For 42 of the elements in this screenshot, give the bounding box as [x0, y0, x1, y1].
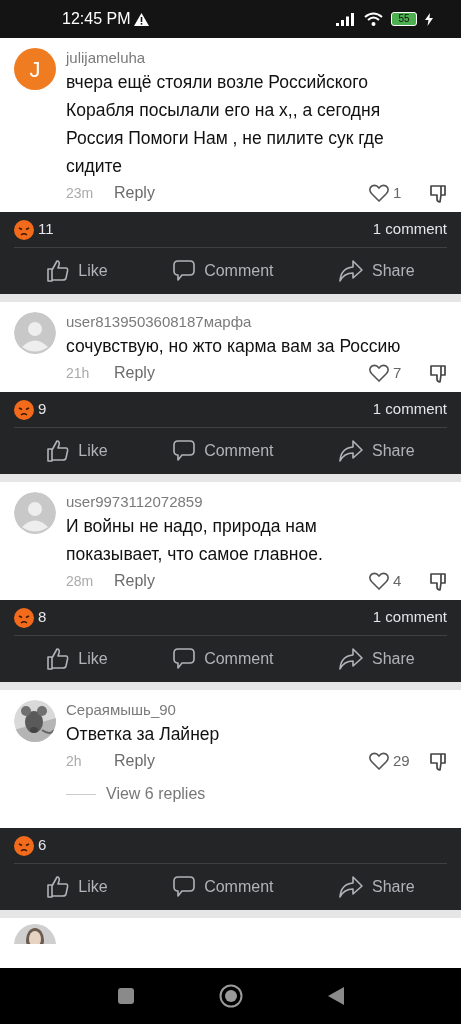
comment-count[interactable]: 1 comment — [372, 398, 447, 421]
username[interactable]: user9973112072859 — [66, 492, 447, 512]
comment-time: 28m — [66, 571, 95, 591]
share-button[interactable]: Share — [332, 643, 421, 675]
comment-text: сочувствую, но жто карма вам за Россию — [66, 335, 402, 358]
comment-time: 21h — [66, 363, 91, 383]
reaction-count: 6 — [38, 835, 47, 856]
status-time: 12:45 PM — [62, 9, 131, 29]
comment-count[interactable]: 1 comment — [372, 606, 447, 629]
reaction-count: 11 — [38, 219, 54, 240]
share-button[interactable]: Share — [332, 435, 421, 467]
like-button[interactable]: Like — [40, 255, 114, 287]
like-count: 1 — [393, 182, 402, 203]
username[interactable]: user8139503608187марфа — [66, 312, 447, 332]
battery-indicator: 55 — [391, 12, 417, 26]
like-count: 7 — [393, 362, 402, 383]
share-button[interactable]: Share — [332, 871, 421, 903]
username[interactable]: julijameluha — [66, 48, 447, 68]
reply-button[interactable]: Reply — [114, 569, 155, 593]
like-button[interactable]: Like — [40, 643, 114, 675]
reaction-count: 9 — [38, 399, 47, 420]
like-button[interactable]: Like — [40, 871, 114, 903]
share-button[interactable]: Share — [332, 255, 421, 287]
comment-button[interactable]: Comment — [166, 871, 280, 903]
reaction-count: 8 — [38, 607, 47, 628]
view-replies-link[interactable]: View 6 replies — [106, 782, 206, 806]
like-count: 4 — [393, 570, 402, 591]
comment-button[interactable]: Comment — [166, 255, 280, 287]
reply-button[interactable]: Reply — [114, 361, 155, 385]
comment-button[interactable]: Comment — [166, 435, 280, 467]
comment-text: Ответка за Лайнер — [66, 723, 221, 746]
like-count: 29 — [393, 750, 410, 771]
comment-text: И войны не надо, природа нам показывает, что самое главное. — [66, 515, 324, 566]
like-button[interactable]: Like — [40, 435, 114, 467]
comment-count[interactable]: 1 comment — [372, 218, 447, 241]
comment-text: вчера ещё стояли возле Российского Корабля посылали его на х,, а сегодня Россия Помоги Нам , не пилите сук где сидите — [66, 71, 385, 178]
comment-time: 23m — [66, 183, 95, 203]
reply-button[interactable]: Reply — [114, 749, 155, 773]
username[interactable]: Сераямышь_90 — [66, 700, 447, 720]
comment-button[interactable]: Comment — [166, 643, 280, 675]
comment-time: 2h — [66, 751, 83, 771]
reply-button[interactable]: Reply — [114, 181, 155, 205]
